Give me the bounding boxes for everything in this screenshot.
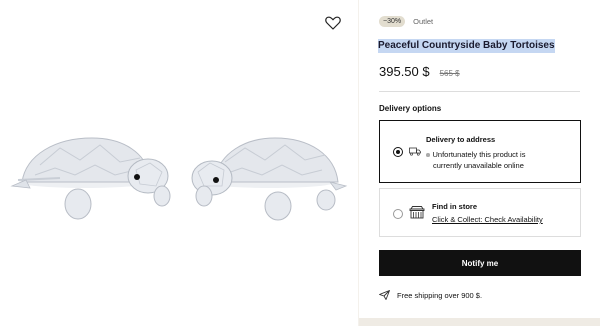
product-title: Peaceful Countryside Baby Tortoises — [378, 39, 555, 53]
shipping-text: Free shipping over 900 $. — [397, 290, 483, 300]
paper-plane-icon — [379, 290, 390, 300]
product-image — [10, 137, 348, 221]
outlet-label: Outlet — [413, 17, 434, 26]
unavailable-line-2: currently unavailable online — [433, 161, 524, 170]
status-dot — [426, 153, 430, 157]
check-availability-link[interactable]: Click & Collect: Check Availability — [432, 215, 543, 224]
notify-me-button[interactable]: Notify me — [379, 250, 581, 276]
delivery-options-heading: Delivery options — [379, 104, 442, 113]
unavailable-line-1: Unfortunately this product is — [432, 150, 526, 159]
product-image-panel — [0, 0, 358, 326]
divider — [379, 91, 580, 92]
bottom-strip — [359, 318, 600, 326]
unavailable-message: Unfortunately this product is currently … — [426, 149, 576, 171]
badge-row: −30% Outlet — [379, 16, 433, 27]
product-page: −30% Outlet Peaceful Countryside Baby To… — [0, 0, 600, 326]
delivery-option-store[interactable]: Find in store Click & Collect: Check Ava… — [379, 188, 581, 237]
truck-icon — [409, 147, 421, 156]
price-row: 395.50 $ 565 $ — [379, 64, 460, 79]
store-icon — [409, 206, 425, 219]
free-shipping-note: Free shipping over 900 $. — [379, 290, 482, 300]
current-price: 395.50 $ — [379, 64, 430, 79]
original-price: 565 $ — [439, 69, 460, 78]
product-info-panel: −30% Outlet Peaceful Countryside Baby To… — [359, 0, 600, 326]
delivery-option-title: Delivery to address — [426, 135, 496, 144]
discount-badge: −30% — [379, 16, 406, 27]
radio-unselected[interactable] — [393, 209, 403, 219]
tortoise-left — [10, 137, 171, 220]
radio-selected[interactable] — [393, 147, 403, 157]
delivery-option-address[interactable]: Delivery to address Unfortunately this p… — [379, 120, 581, 183]
tortoise-right — [191, 137, 348, 221]
heart-icon[interactable] — [325, 16, 341, 30]
store-option-title: Find in store — [432, 202, 477, 211]
